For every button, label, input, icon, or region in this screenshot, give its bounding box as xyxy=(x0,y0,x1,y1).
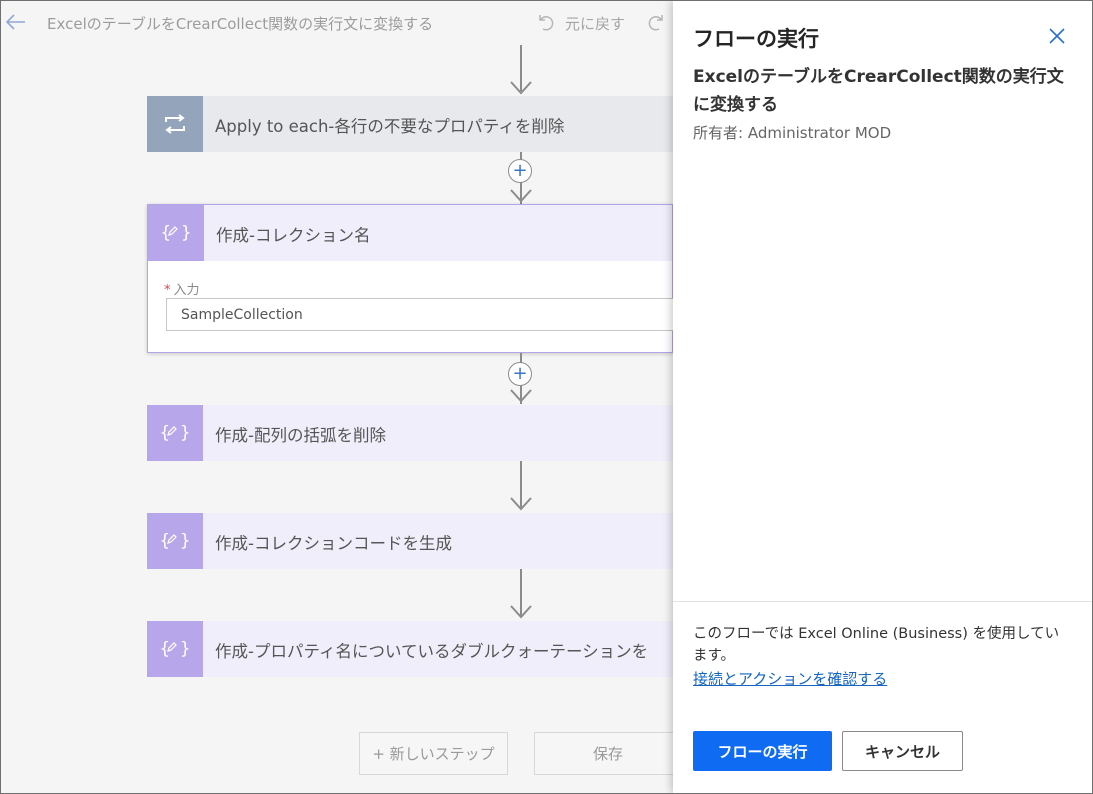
step-card-apply-to-each[interactable]: Apply to each-各行の不要なプロパティを削除 xyxy=(147,96,673,152)
undo-icon[interactable] xyxy=(535,12,555,32)
compose-tile: { } xyxy=(147,513,203,569)
panel-flow-name: ExcelのテーブルをCrearCollect関数の実行文に変換する xyxy=(693,67,1064,115)
step-title: 作成-コレクション名 xyxy=(216,226,371,245)
insert-step-button[interactable]: + xyxy=(508,159,532,183)
cancel-button[interactable]: キャンセル xyxy=(842,731,963,771)
step-title: 作成-コレクションコードを生成 xyxy=(215,534,452,553)
loop-tile xyxy=(147,96,203,152)
step-card-compose-remove-brackets[interactable]: { } 作成-配列の括弧を削除 xyxy=(147,405,673,461)
close-icon[interactable] xyxy=(1047,26,1067,46)
step-title: 作成-配列の括弧を削除 xyxy=(215,426,386,445)
compose-tile: { } xyxy=(148,205,204,261)
required-marker: * xyxy=(164,283,171,298)
compose-tile: { } xyxy=(147,621,203,677)
new-step-button[interactable]: + 新しいステップ xyxy=(359,732,508,775)
input-field-label: * 入力 xyxy=(164,283,200,298)
run-flow-button[interactable]: フローの実行 xyxy=(693,731,832,771)
step-header[interactable]: { } 作成-コレクション名 xyxy=(148,205,672,261)
panel-divider xyxy=(673,601,1092,602)
compose-tile: { } xyxy=(147,405,203,461)
designer-toolbar: ExcelのテーブルをCrearCollect関数の実行文に変換する 元に戻す xyxy=(1,1,673,45)
step-card-compose-quotes[interactable]: { } 作成-プロパティ名についているダブルクォーテーションを xyxy=(147,621,673,677)
compose-icon: { } xyxy=(159,423,191,443)
step-title: Apply to each-各行の不要なプロパティを削除 xyxy=(215,117,565,136)
save-button[interactable]: 保存 xyxy=(534,732,682,775)
connector-usage-note: このフローでは Excel Online (Business) を使用しています… xyxy=(693,626,1060,664)
step-card-compose-collection-name[interactable]: { } 作成-コレクション名 * 入力 SampleCollection xyxy=(147,204,686,353)
loop-icon xyxy=(165,114,185,134)
connector-arrow-icon xyxy=(510,389,532,403)
connector-arrow-icon xyxy=(510,81,532,95)
connector-arrow-icon xyxy=(510,497,532,511)
flow-title: ExcelのテーブルをCrearCollect関数の実行文に変換する xyxy=(47,15,434,33)
review-connections-link[interactable]: 接続とアクションを確認する xyxy=(693,668,887,689)
step-title: 作成-プロパティ名についているダブルクォーテーションを xyxy=(215,642,649,661)
compose-icon: { } xyxy=(159,639,191,659)
compose-icon: { } xyxy=(159,531,191,551)
flow-designer-canvas: ExcelのテーブルをCrearCollect関数の実行文に変換する 元に戻す xyxy=(1,1,686,793)
flow-owner: 所有者: Administrator MOD xyxy=(693,124,892,142)
back-arrow-icon[interactable] xyxy=(5,11,27,33)
panel-title: フローの実行 xyxy=(693,27,819,51)
window-frame: ExcelのテーブルをCrearCollect関数の実行文に変換する 元に戻す xyxy=(0,0,1093,794)
insert-step-button[interactable]: + xyxy=(508,362,532,386)
redo-icon[interactable] xyxy=(647,12,667,32)
run-flow-panel: フローの実行 ExcelのテーブルをCrearCollect関数の実行文に変換す… xyxy=(673,1,1092,793)
connector-arrow-icon xyxy=(510,605,532,619)
undo-button[interactable]: 元に戻す xyxy=(565,13,625,34)
compose-icon: { } xyxy=(160,223,192,243)
step-card-compose-generate-code[interactable]: { } 作成-コレクションコードを生成 xyxy=(147,513,673,569)
connector-arrow-icon xyxy=(510,189,532,203)
compose-input-field[interactable]: SampleCollection xyxy=(166,298,686,331)
